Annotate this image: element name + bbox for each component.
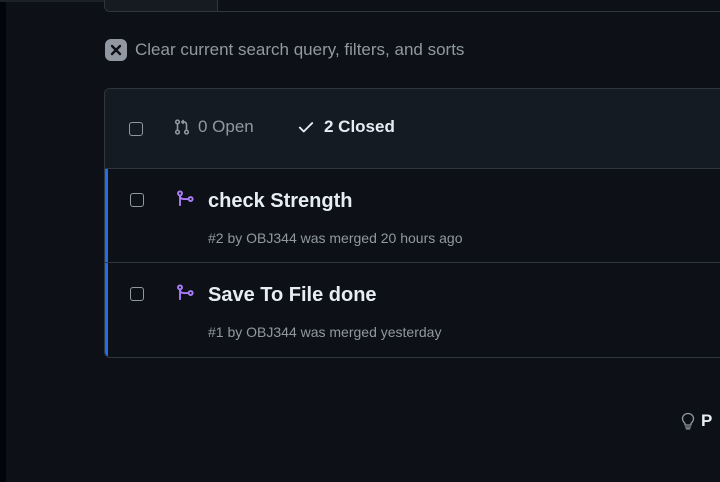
git-pull-request-icon	[174, 119, 190, 135]
open-count-label: 0 Open	[198, 117, 254, 136]
pr-meta: #1 by OBJ344 was merged yesterday	[208, 324, 442, 340]
list-item: Save To File done #1 by OBJ344 was merge…	[105, 263, 720, 356]
search-bar[interactable]	[104, 0, 720, 12]
git-merge-icon	[177, 190, 194, 206]
clear-filters-label: Clear current search query, filters, and…	[135, 40, 465, 59]
light-bulb-icon	[681, 412, 695, 430]
protip: P	[680, 411, 712, 431]
pr-title-link[interactable]: check Strength	[208, 190, 352, 213]
open-filter-tab[interactable]: 0 Open	[173, 117, 254, 137]
select-all-checkbox[interactable]	[129, 122, 143, 136]
clear-filters-link[interactable]: Clear current search query, filters, and…	[105, 38, 464, 62]
protip-label: P	[701, 411, 713, 430]
closed-count-label: 2 Closed	[324, 117, 395, 136]
row-accent	[105, 169, 108, 262]
filters-dropdown[interactable]	[105, 0, 218, 11]
pull-request-list: 0 Open 2 Closed check Strength #2 by OBJ…	[104, 88, 720, 358]
pr-title-link[interactable]: Save To File done	[208, 284, 377, 307]
pr-meta: #2 by OBJ344 was merged 20 hours ago	[208, 230, 463, 246]
window-edge	[0, 0, 6, 482]
row-checkbox[interactable]	[130, 193, 144, 207]
row-accent	[105, 263, 108, 356]
git-merge-icon	[177, 284, 194, 300]
list-item: check Strength #2 by OBJ344 was merged 2…	[105, 169, 720, 263]
check-icon	[298, 122, 314, 133]
list-header: 0 Open 2 Closed	[105, 89, 720, 169]
row-checkbox[interactable]	[130, 287, 144, 301]
closed-filter-tab[interactable]: 2 Closed	[297, 117, 395, 137]
x-icon	[105, 39, 127, 61]
